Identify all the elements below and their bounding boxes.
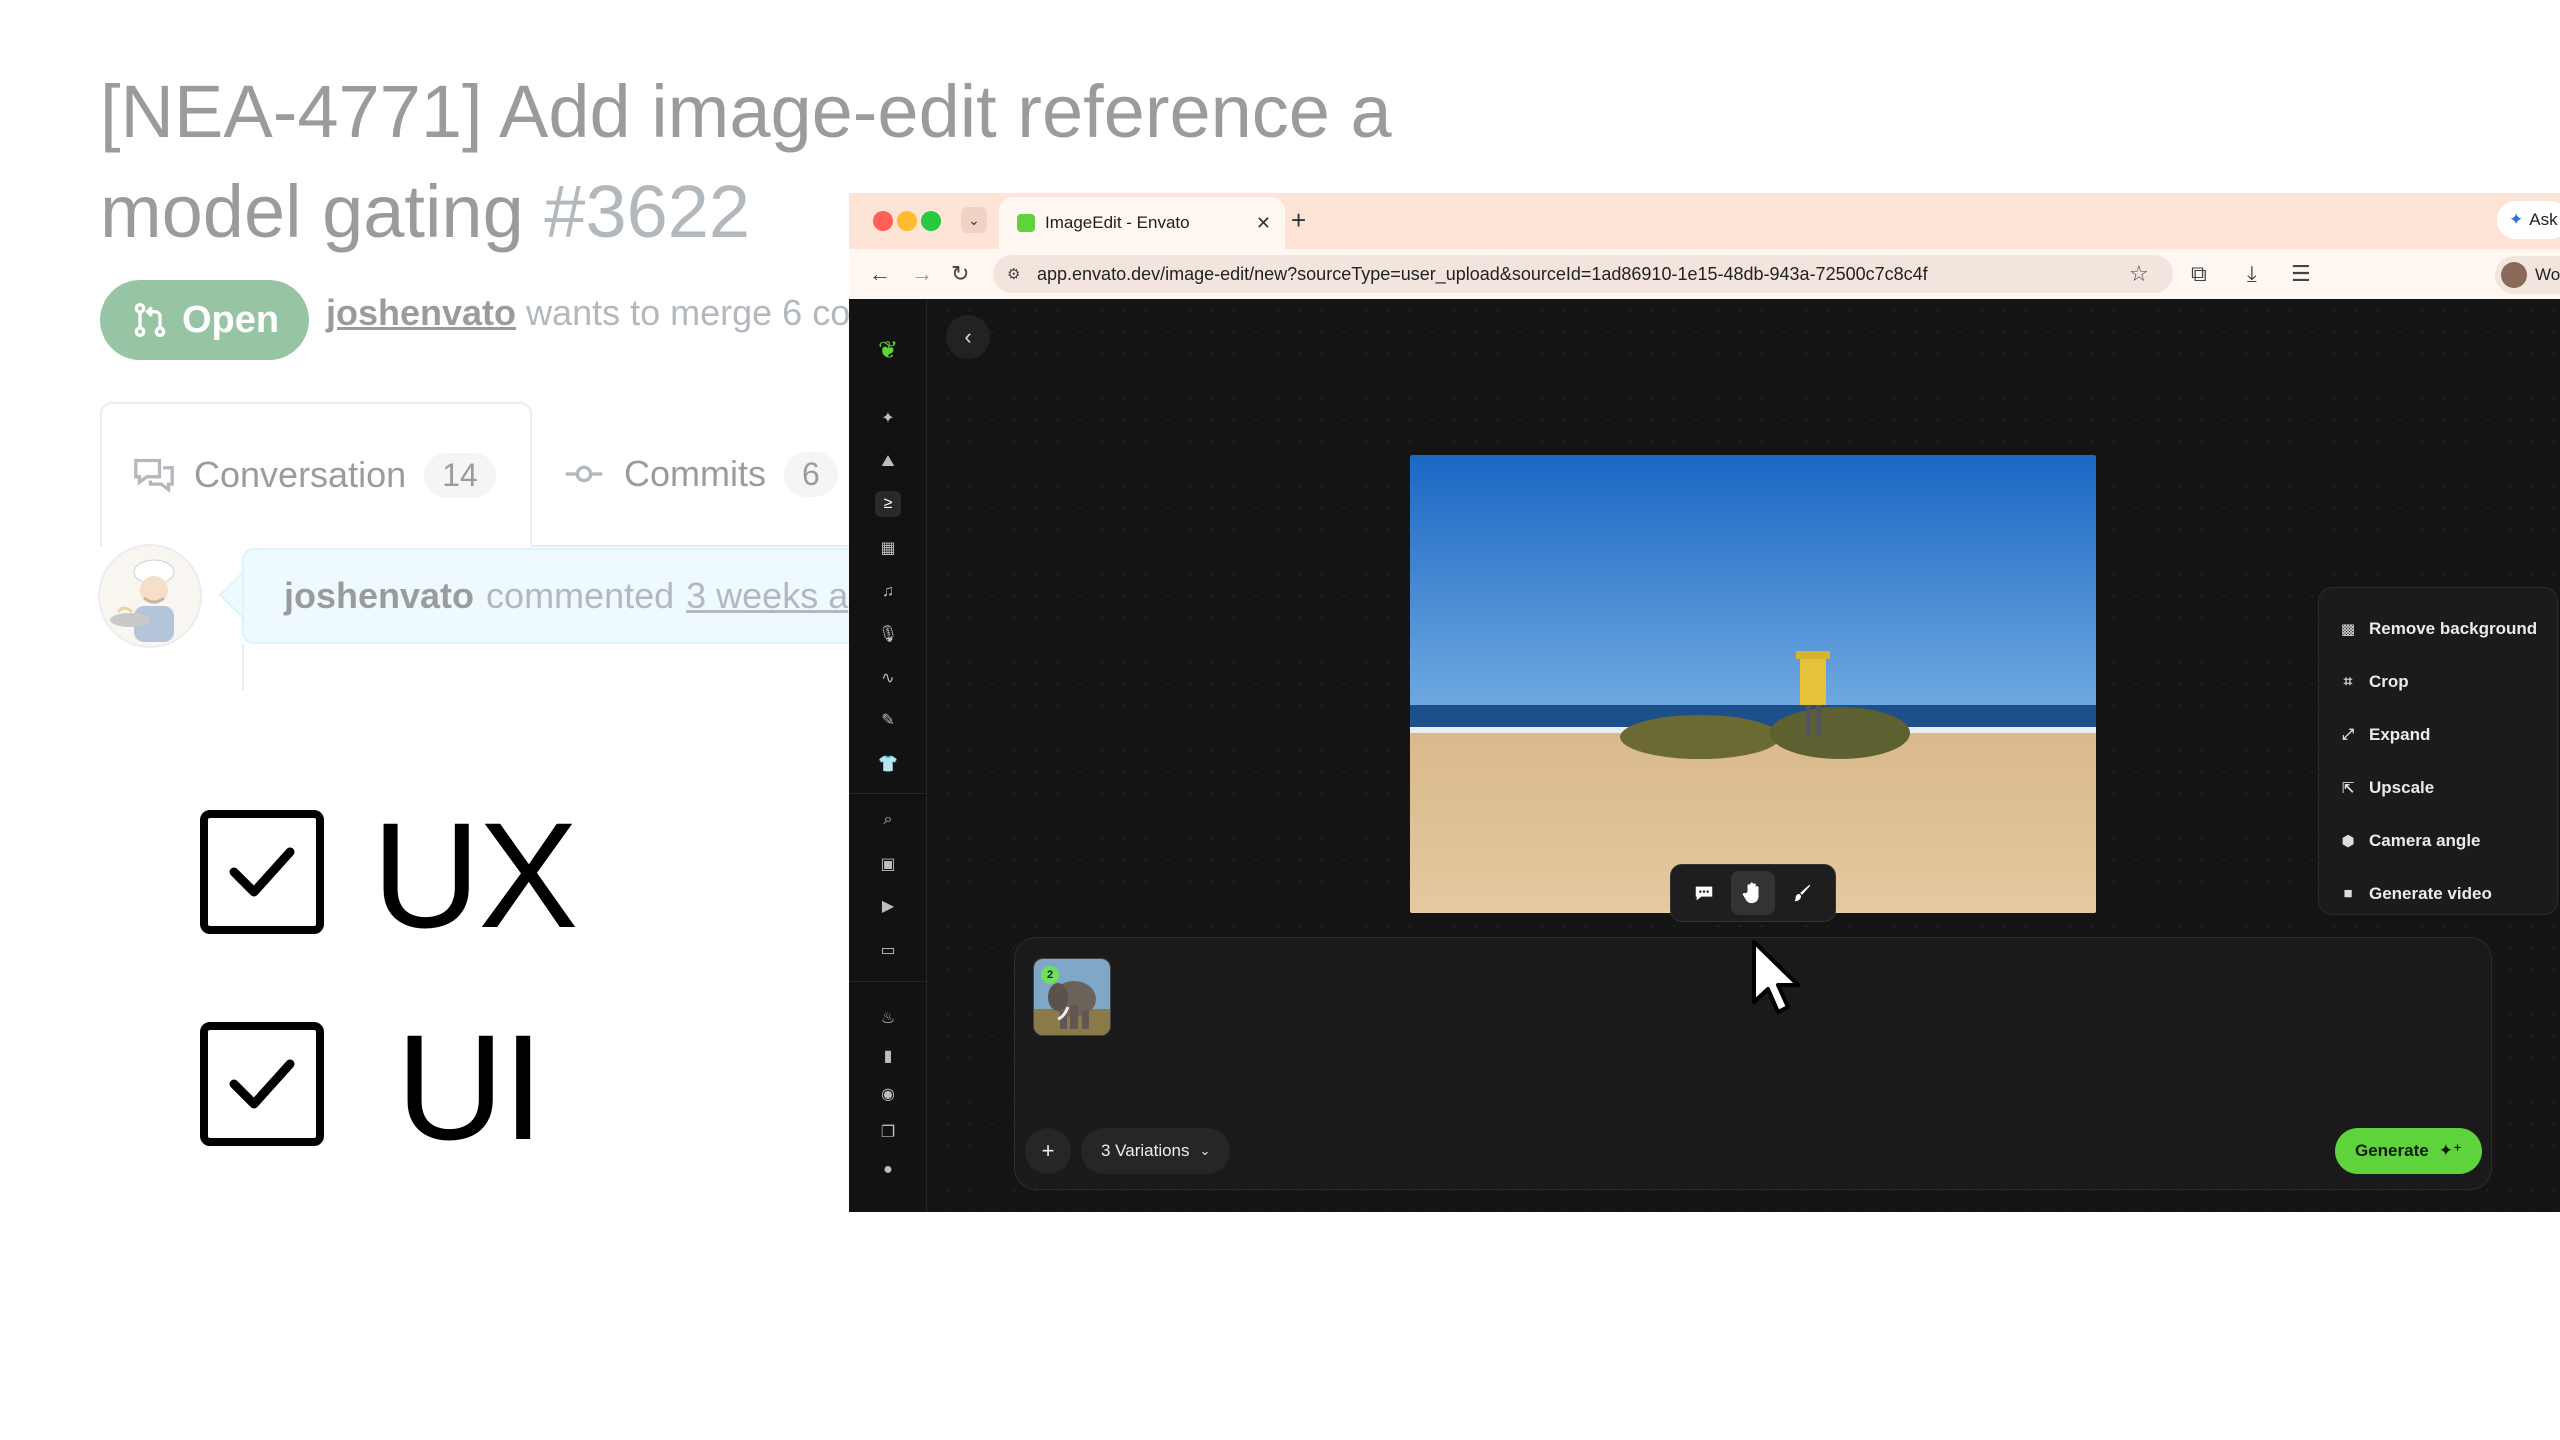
pull-request-icon [134,302,166,337]
checkmark-icon [229,847,295,897]
ux-checkbox [200,810,324,934]
microphone-icon[interactable]: 🎙 [875,621,901,647]
browser-tab-imageedit[interactable]: ImageEdit - Envato ✕ [999,197,1285,249]
variations-dropdown[interactable]: 3 Variations ⌄ [1081,1128,1231,1174]
hand-tool-button[interactable] [1730,871,1775,915]
reading-list-icon[interactable]: ☰ [2291,259,2311,289]
avatar[interactable] [98,544,202,648]
new-tab-button[interactable]: + [1291,205,1306,236]
profile-avatar [2501,262,2527,288]
sidebar-divider [849,793,927,794]
video-icon[interactable]: ▶ [875,893,901,919]
bookmark-icon[interactable]: ▮ [875,1043,901,1069]
download-icon[interactable]: ⤓ [2247,259,2257,289]
generate-button[interactable]: Generate ✦⁺ [2335,1128,2482,1174]
browser-window: ⌄ ImageEdit - Envato ✕ + ✦ Ask ← → ↻ ⚙ a… [849,193,2560,1212]
comment-icon [1695,886,1712,901]
maximize-window-button[interactable] [921,211,941,231]
edit-canvas-image[interactable] [1410,455,2096,913]
image-gen-icon[interactable]: ⛰ [875,449,901,475]
mouse-cursor-icon [1752,940,1800,1014]
ux-label: UX [372,791,578,959]
camera-angle-button[interactable]: ⬢ Camera angle [2339,814,2557,867]
merge-info: joshenvato wants to merge 6 co [326,292,851,333]
comment-body-edge [242,644,244,690]
brush-icon [1794,884,1811,902]
comment-tool-button[interactable] [1682,871,1726,915]
music-icon[interactable]: ♫ [875,579,901,605]
tab-search-chevron-icon[interactable]: ⌄ [961,207,987,233]
pr-status-badge: Open [100,280,310,360]
add-reference-button[interactable]: + [1025,1128,1071,1174]
extensions-icon[interactable]: ⧉ [2191,259,2207,289]
url-field[interactable]: ⚙ app.envato.dev/image-edit/new?sourceTy… [993,255,2173,293]
photo-icon[interactable]: ▣ [875,851,901,877]
upscale-button[interactable]: ⇱ Upscale [2339,761,2557,814]
image-edit-icon[interactable]: ≥ [875,491,901,517]
comment-header: joshenvato commented 3 weeks a [242,548,902,644]
image-edit-app: ❦ ✦ ⛰ ≥ ▦ ♫ 🎙 ∿ ✎ 👕 ⌕ ▣ ▶ ▭ ♨ ▮ ◉ ❐ ● ‹ [849,299,2560,1212]
chef-avatar-icon [100,546,200,646]
pen-icon[interactable]: ✎ [875,707,901,733]
app-sidebar: ❦ ✦ ⛰ ≥ ▦ ♫ 🎙 ∿ ✎ 👕 ⌕ ▣ ▶ ▭ ♨ ▮ ◉ ❐ ● [849,299,927,1212]
tshirt-icon[interactable]: 👕 [875,751,901,777]
remove-background-button[interactable]: ▩ Remove background [2339,602,2557,655]
expand-icon: ⤢ [2341,726,2354,743]
remove-bg-icon: ▩ [2340,620,2356,638]
ask-button[interactable]: ✦ Ask [2497,201,2560,239]
calendar-icon[interactable]: ▦ [875,535,901,561]
tab-conversation[interactable]: Conversation 14 [100,402,532,546]
site-settings-icon[interactable]: ⚙ [1007,265,1020,283]
folder-icon[interactable]: ▭ [875,937,901,963]
checkmark-icon [229,1059,295,1109]
collections-icon[interactable]: ❐ [875,1119,901,1145]
expand-button[interactable]: ⤢ Expand [2339,708,2557,761]
crop-icon: ⌗ [2343,673,2353,690]
collapse-sidebar-button[interactable]: ‹ [946,315,990,359]
browser-tab-bar: ⌄ ImageEdit - Envato ✕ + ✦ Ask [849,193,2560,249]
pr-number: #3622 [544,170,751,253]
brush-tool-button[interactable] [1780,871,1824,915]
back-icon[interactable]: ← [869,259,891,289]
upscale-icon: ⇱ [2341,779,2355,797]
profile-button[interactable]: Wor [2495,256,2560,294]
envato-logo-icon[interactable]: ❦ [875,337,901,364]
envato-favicon [1017,214,1035,232]
search-icon[interactable]: ⌕ [875,807,901,833]
pr-author-link[interactable]: joshenvato [326,292,516,333]
bookmark-star-icon[interactable]: ☆ [2129,259,2149,289]
camera-angle-icon: ⬢ [2341,832,2355,850]
hand-icon [1742,882,1759,904]
commit-icon [565,465,603,483]
browser-address-bar: ← → ↻ ⚙ app.envato.dev/image-edit/new?so… [849,249,2560,299]
edit-tools-panel: ▩ Remove background ⌗ Crop ⤢ Expand ⇱ Upscal… [2318,587,2558,915]
tab-commits[interactable]: Commits 6 [562,402,838,546]
fire-icon[interactable]: ♨ [875,1005,901,1031]
sparkle-plus-icon: ✦⁺ [2438,1141,2462,1160]
generate-video-button[interactable]: ■ Generate video [2339,867,2557,920]
reload-icon[interactable]: ↻ [951,259,969,289]
generate-video-icon: ■ [2343,885,2353,902]
sidebar-divider [849,981,927,982]
canvas-toolbar [1670,864,1836,922]
sparkle-tool-icon[interactable]: ✦ [875,405,901,431]
eye-icon[interactable]: ◉ [875,1081,901,1107]
tab-divider [532,545,872,547]
conversation-icon [134,458,174,493]
sound-fx-icon[interactable]: ∿ [875,665,901,691]
minimize-window-button[interactable] [897,211,917,231]
ui-label: UI [396,1003,544,1171]
chevron-down-icon: ⌄ [1199,1143,1211,1158]
ui-checkbox [200,1022,324,1146]
close-window-button[interactable] [873,211,893,231]
beach-photo [1410,455,2096,913]
reference-count-badge: 2 [1041,966,1059,984]
comment-author-link[interactable]: joshenvato [284,575,474,617]
crop-button[interactable]: ⌗ Crop [2339,655,2557,708]
forward-icon[interactable]: → [911,259,933,289]
sparkle-icon: ✦ [2509,210,2524,229]
comment-timestamp[interactable]: 3 weeks a [686,575,848,617]
close-tab-icon[interactable]: ✕ [1256,213,1271,234]
user-icon[interactable]: ● [875,1157,901,1183]
